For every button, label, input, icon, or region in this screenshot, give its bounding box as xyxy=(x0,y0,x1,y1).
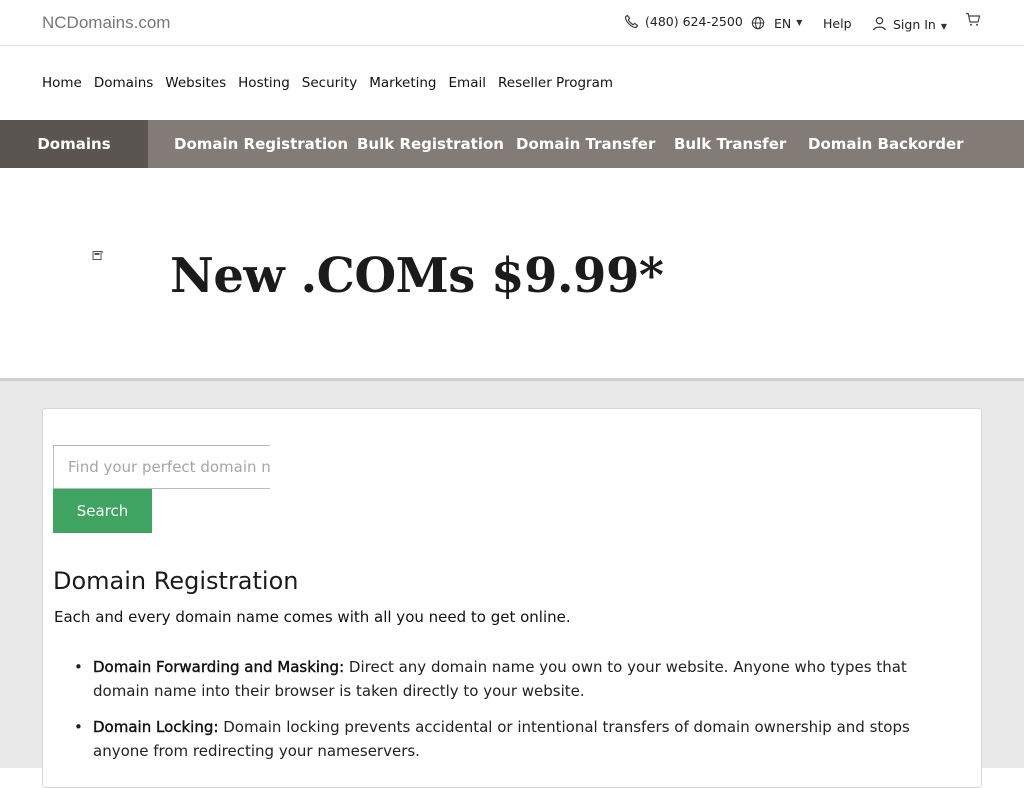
section-subtitle: Each and every domain name comes with al… xyxy=(54,608,571,626)
nav-email[interactable]: Email xyxy=(449,75,486,91)
nav-hosting[interactable]: Hosting xyxy=(238,75,290,91)
subnav-bulk-registration[interactable]: Bulk Registration xyxy=(357,120,504,168)
nav-home[interactable]: Home xyxy=(42,75,82,91)
sign-in-label: Sign In xyxy=(893,17,936,32)
chevron-down-icon: ▼ xyxy=(940,21,948,31)
list-item: • Domain Forwarding and Masking: Direct … xyxy=(72,655,962,703)
domain-search-input[interactable] xyxy=(53,445,270,489)
nav-security[interactable]: Security xyxy=(302,75,357,91)
nav-reseller-program[interactable]: Reseller Program xyxy=(498,75,613,91)
subnav-domain-transfer[interactable]: Domain Transfer xyxy=(516,120,655,168)
chevron-down-icon: ▼ xyxy=(796,18,803,27)
main-navigation: Home Domains Websites Hosting Security M… xyxy=(42,75,625,91)
cart-icon xyxy=(966,12,981,26)
phone-number: (480) 624-2500 xyxy=(645,14,743,29)
domains-subnav: Domains Domain Registration Bulk Registr… xyxy=(0,120,1024,168)
subnav-section-title[interactable]: Domains xyxy=(0,120,148,168)
globe-icon xyxy=(751,16,765,29)
top-utility-bar: NCDomains.com (480) 624-2500 EN ▼ Help S… xyxy=(0,0,1024,46)
user-icon xyxy=(873,16,886,30)
subnav-bulk-transfer[interactable]: Bulk Transfer xyxy=(674,120,786,168)
phone-link[interactable]: (480) 624-2500 xyxy=(624,14,743,29)
nav-websites[interactable]: Websites xyxy=(165,75,226,91)
section-title: Domain Registration xyxy=(53,567,299,595)
hero-banner: New .COMs $9.99* xyxy=(0,168,1024,378)
hero-headline: New .COMs $9.99* xyxy=(170,248,664,304)
search-button[interactable]: Search xyxy=(53,489,152,533)
bullet-icon: • xyxy=(74,658,83,676)
feature-term: Domain Locking: xyxy=(93,718,219,736)
nav-marketing[interactable]: Marketing xyxy=(369,75,436,91)
subnav-domain-backorder[interactable]: Domain Backorder xyxy=(808,120,964,168)
cart-button[interactable] xyxy=(965,12,981,27)
feature-list: • Domain Forwarding and Masking: Direct … xyxy=(72,655,962,775)
site-logo[interactable]: NCDomains.com xyxy=(42,13,170,33)
list-item: • Domain Locking: Domain locking prevent… xyxy=(72,715,962,763)
nav-domains[interactable]: Domains xyxy=(94,75,153,91)
bullet-icon: • xyxy=(74,718,83,736)
sign-in-menu[interactable]: Sign In ▼ xyxy=(872,14,947,32)
feature-term: Domain Forwarding and Masking: xyxy=(93,658,345,676)
language-label: EN xyxy=(774,16,792,31)
subnav-domain-registration[interactable]: Domain Registration xyxy=(174,120,348,168)
language-selector[interactable]: EN ▼ xyxy=(751,14,802,31)
broken-image-icon xyxy=(92,250,104,260)
phone-icon xyxy=(625,14,639,28)
help-link[interactable]: Help xyxy=(823,16,852,31)
